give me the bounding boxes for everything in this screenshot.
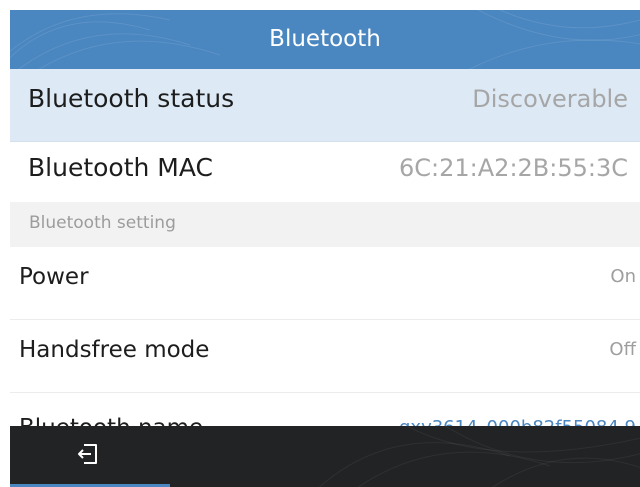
- section-header-bluetooth-setting: Bluetooth setting: [10, 202, 640, 247]
- row-value: Discoverable: [472, 85, 628, 113]
- row-bluetooth-mac[interactable]: Bluetooth MAC 6C:21:A2:2B:55:3C: [10, 142, 640, 202]
- back-button[interactable]: [10, 426, 170, 487]
- row-label: Power: [19, 264, 89, 290]
- bluetooth-screen: Bluetooth Bluetooth status Discoverable …: [10, 10, 640, 487]
- row-handsfree-mode[interactable]: Handsfree mode Off: [10, 320, 640, 393]
- row-label: Bluetooth status: [28, 84, 235, 113]
- row-value: Off: [609, 339, 636, 360]
- page-title: Bluetooth: [269, 26, 381, 52]
- row-label: Handsfree mode: [19, 337, 210, 363]
- row-power[interactable]: Power On: [10, 247, 640, 320]
- row-bluetooth-status[interactable]: Bluetooth status Discoverable: [10, 69, 640, 142]
- title-bar: Bluetooth: [10, 10, 640, 69]
- section-label: Bluetooth setting: [29, 213, 176, 233]
- row-value: On: [610, 266, 636, 287]
- back-exit-icon: [78, 444, 97, 464]
- bottom-nav-bar: [10, 426, 640, 487]
